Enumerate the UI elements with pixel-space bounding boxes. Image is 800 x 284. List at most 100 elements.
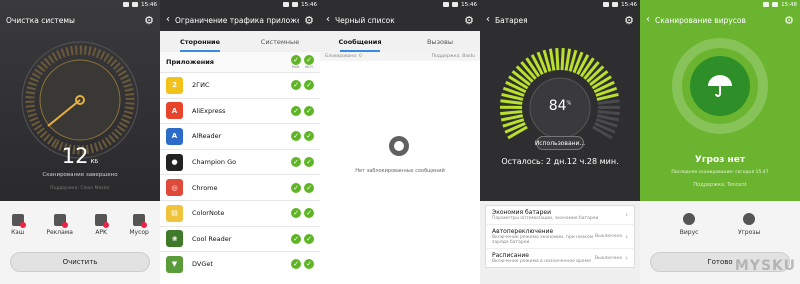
app-name: AliExpress (192, 106, 226, 115)
watermark: MYSKU (734, 258, 796, 274)
clean-button[interactable]: Очистить (10, 252, 150, 272)
app-icon: ◎ (166, 179, 183, 197)
blocked-info: Блокировано: 0 Поддержка: Baidu (320, 52, 480, 61)
mobile-check-icon[interactable]: ✓ (291, 131, 301, 142)
option-virus[interactable]: Вирус (680, 213, 698, 236)
wifi-check-icon[interactable]: ✓ (304, 80, 314, 91)
blocked-count: Блокировано: 0 (325, 54, 362, 59)
app-icon: A (166, 102, 183, 120)
junk-size-unit: КБ (90, 159, 99, 165)
app-row[interactable]: ▤ ColorNote ✓ ✓ (160, 199, 320, 226)
status-bar: 15:46 (320, 0, 480, 9)
title-bar: ‹ Ограничение трафика приложе... ⚙ (160, 9, 320, 31)
traffic-header: 15:46 ‹ Ограничение трафика приложе... ⚙… (160, 0, 320, 52)
battery-icon (132, 2, 139, 7)
back-icon[interactable]: ‹ (486, 15, 490, 25)
back-icon[interactable]: ‹ (326, 15, 330, 25)
app-icon: ● (166, 153, 183, 171)
chevron-right-icon: › (625, 254, 628, 262)
mobile-check-icon[interactable]: ✓ (291, 208, 301, 219)
support-label: Поддержка: Clean Master (49, 186, 111, 191)
option-auto-switch[interactable]: Автопереключение Включение режима экономи… (486, 224, 634, 248)
apps-header: Приложения ✓ Моб. ✓ Wi-Fi (160, 52, 320, 72)
category-cache[interactable]: Кэш (11, 214, 26, 236)
ads-icon (53, 214, 68, 228)
app-row[interactable]: ▼ DVGet ✓ ✓ (160, 251, 320, 277)
settings-icon[interactable]: ⚙ (304, 15, 314, 26)
col-mobile-label: Моб. (291, 65, 301, 69)
app-name: DVGet (192, 260, 213, 269)
wifi-check-icon[interactable]: ✓ (304, 182, 314, 193)
threat-status: Угроз нет (694, 155, 746, 165)
category-ads[interactable]: Реклама (46, 214, 73, 236)
category-apk[interactable]: APK (95, 214, 110, 236)
status-time: 15:46 (301, 1, 317, 8)
option-battery-saving[interactable]: Экономия батареи Параметры оптимизации, э… (486, 206, 634, 224)
mobile-check-icon[interactable]: ✓ (291, 182, 301, 193)
remaining-time: Осталось: 2 дн.12 ч.28 мин. (501, 157, 619, 166)
apps-header-label: Приложения (166, 58, 214, 66)
status-time: 15:46 (141, 1, 157, 8)
app-row[interactable]: ● Champion Go ✓ ✓ (160, 148, 320, 175)
mobile-check-icon[interactable]: ✓ (291, 259, 301, 270)
wifi-check-icon[interactable]: ✓ (304, 208, 314, 219)
tab-third-party[interactable]: Сторонние (160, 31, 240, 52)
wifi-check-icon[interactable]: ✓ (304, 233, 314, 244)
cache-icon (11, 214, 26, 228)
gauge-tick (555, 48, 560, 71)
tab-system[interactable]: Системные (240, 31, 320, 52)
option-schedule[interactable]: Расписание Включение режима в назначенное… (486, 248, 634, 267)
usage-button[interactable]: Использовани... (535, 136, 585, 150)
tab-messages[interactable]: Сообщения (320, 31, 400, 52)
chevron-right-icon: › (625, 211, 628, 219)
battery-top: 15:46 ‹ Батарея ⚙ 84% Использовани... Ос… (480, 0, 640, 201)
trash-icon (133, 214, 148, 228)
option-title: Экономия батареи (492, 209, 551, 216)
app-row[interactable]: A AliExpress ✓ ✓ (160, 97, 320, 124)
mobile-check-icon[interactable]: ✓ (291, 105, 301, 116)
gear-icon[interactable]: ⚙ (464, 15, 474, 26)
support-label: Поддержка: Tencent (693, 182, 747, 188)
wifi-check-icon[interactable]: ✓ (304, 259, 314, 270)
app-icon: ▤ (166, 204, 183, 222)
wifi-check-icon[interactable]: ✓ (304, 157, 314, 168)
gear-icon[interactable]: ⚙ (784, 15, 794, 26)
signal-icon (603, 2, 610, 7)
tab-calls[interactable]: Вызовы (400, 31, 480, 52)
traffic-screen: 15:46 ‹ Ограничение трафика приложе... ⚙… (160, 0, 320, 284)
category-list: Кэш Реклама APK Мусор (0, 201, 160, 236)
app-icon: ▼ (166, 255, 183, 273)
mobile-check-icon[interactable]: ✓ (291, 233, 301, 244)
wifi-check-icon[interactable]: ✓ (304, 131, 314, 142)
option-title: Автопереключение (492, 228, 554, 235)
mobile-check-icon[interactable]: ✓ (291, 80, 301, 91)
category-trash[interactable]: Мусор (129, 214, 149, 236)
gear-icon[interactable]: ⚙ (144, 15, 154, 26)
app-row[interactable]: ◎ Chrome ✓ ✓ (160, 174, 320, 200)
option-threats[interactable]: Угрозы (738, 213, 760, 236)
cleaner-top: 15:46 Очистка системы ⚙ 12 КБ Сканировани… (0, 0, 160, 201)
app-row[interactable]: 2 2ГИС ✓ ✓ (160, 72, 320, 98)
chevron-right-icon: › (625, 232, 628, 241)
blocked-value: 0 (359, 54, 362, 59)
title-bar: ‹ Сканирование вирусов ⚙ (640, 9, 800, 31)
app-row[interactable]: ❀ Cool Reader ✓ ✓ (160, 225, 320, 252)
wifi-check-icon[interactable]: ✓ (304, 105, 314, 116)
back-icon[interactable]: ‹ (646, 15, 650, 25)
back-icon[interactable]: ‹ (166, 15, 170, 25)
check-all-wifi[interactable]: ✓ (304, 55, 314, 65)
signal-icon (123, 2, 130, 7)
mobile-check-icon[interactable]: ✓ (291, 157, 301, 168)
gear-icon[interactable]: ⚙ (624, 15, 634, 26)
app-list: 2 2ГИС ✓ ✓ A AliExpress ✓ ✓ A AlReader ✓ ✓ ● Champion… (160, 72, 320, 277)
check-all-mobile[interactable]: ✓ (291, 55, 301, 65)
cleaner-screen: 15:46 Очистка системы ⚙ 12 КБ Сканировани… (0, 0, 160, 284)
empty-state-text: Нет заблокированных сообщений (355, 168, 445, 174)
battery-bottom: Экономия батареи Параметры оптимизации, э… (480, 201, 640, 284)
status-bar: 15:46 (160, 0, 320, 9)
battery-icon (452, 2, 459, 7)
app-name: Cool Reader (192, 234, 232, 243)
option-title: Расписание (492, 252, 529, 259)
app-row[interactable]: A AlReader ✓ ✓ (160, 123, 320, 149)
category-label: Реклама (46, 229, 73, 236)
